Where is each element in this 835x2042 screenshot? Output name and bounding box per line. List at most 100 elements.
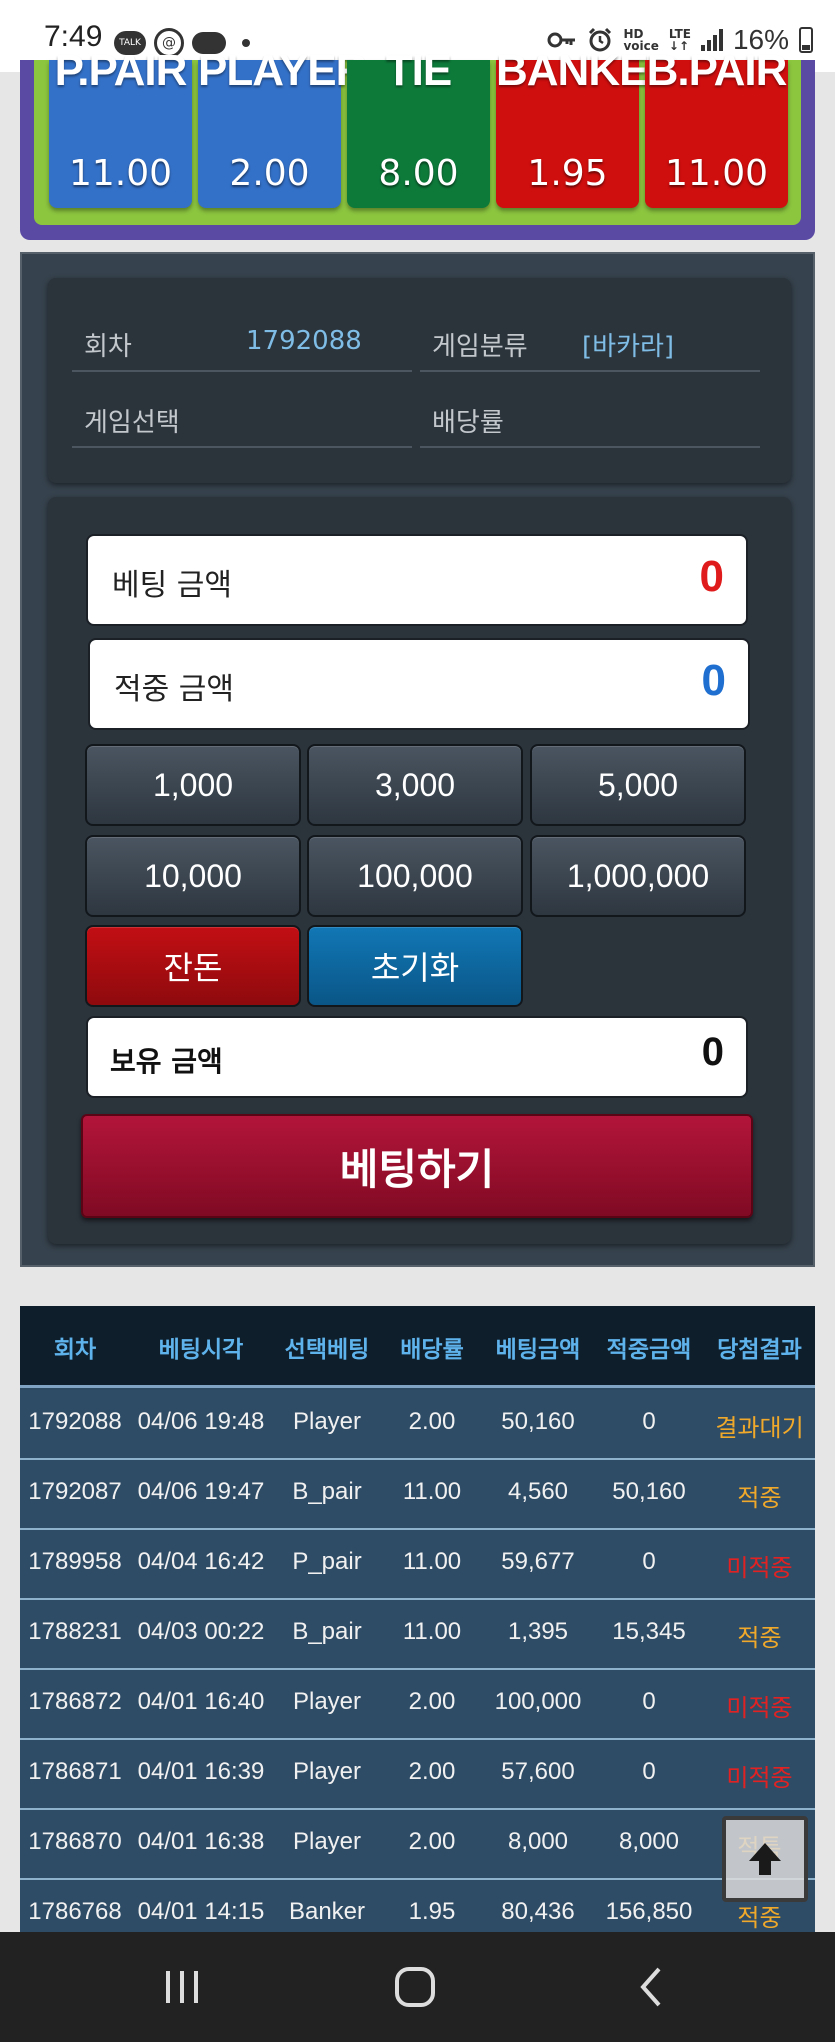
cell-win: 0 <box>642 1408 656 1435</box>
cell-odds: 1.95 <box>408 1898 456 1925</box>
win-amount-field: 적중 금액 0 <box>88 638 750 730</box>
table-row: 1792087 04/06 19:47 B_pair 11.00 4,560 50,160… <box>20 1460 815 1530</box>
tile-odds: 2.00 <box>229 153 310 194</box>
win-amount-label: 적중 금액 <box>114 672 234 707</box>
tile-odds: 1.95 <box>527 153 608 194</box>
chip-5000-button[interactable]: 5,000 <box>530 744 746 826</box>
cell-win: 156,850 <box>605 1898 693 1925</box>
chip-3000-button[interactable]: 3,000 <box>307 744 523 826</box>
tile-name: B.PAIR <box>646 46 788 95</box>
cell-bet: 1,395 <box>507 1618 569 1645</box>
bet-tile-player[interactable]: PLAYER 2.00 <box>198 46 367 208</box>
recents-button[interactable] <box>152 1962 212 2012</box>
cell-time: 04/01 16:39 <box>137 1758 265 1785</box>
cell-win: 0 <box>642 1758 656 1785</box>
cell-time: 04/01 16:38 <box>137 1828 265 1855</box>
bet-history-table: 회차 베팅시각 선택베팅 배당률 베팅금액 적중금액 당첨결과 1792088 0… <box>20 1306 815 1936</box>
cell-pick: P_pair <box>292 1548 362 1575</box>
category-value: [바카라] <box>582 332 675 362</box>
bet-amount-value: 0 <box>699 552 724 601</box>
round-value: 1792088 <box>246 326 362 356</box>
cell-result: 적중 <box>737 1484 782 1512</box>
back-icon <box>640 1967 661 2007</box>
game-info-box: 회차 1792088 게임분류 [바카라] 게임선택 배당률 <box>48 278 791 483</box>
back-button[interactable] <box>620 1962 680 2012</box>
bet-tile-tie[interactable]: TIE 8.00 <box>347 46 490 208</box>
table-header: 회차 베팅시각 선택베팅 배당률 베팅금액 적중금액 당첨결과 <box>20 1306 815 1388</box>
reset-button[interactable]: 초기화 <box>307 925 523 1007</box>
cell-bet: 59,677 <box>501 1548 575 1575</box>
cell-pick: Player <box>292 1758 362 1785</box>
tile-name: TIE <box>385 46 452 95</box>
cell-odds: 11.00 <box>402 1548 462 1575</box>
col-bet: 베팅금액 <box>495 1337 581 1363</box>
cell-pick: Player <box>292 1828 362 1855</box>
cell-result: 미적중 <box>726 1694 793 1722</box>
tile-odds: 11.00 <box>68 153 173 194</box>
cell-bet: 80,436 <box>501 1898 575 1925</box>
page: 7:49 TALK @ HD voice LTE ↓↑ 16% P.PAIR 11.… <box>0 0 835 2042</box>
cell-bet: 8,000 <box>507 1828 569 1855</box>
chip-1000000-button[interactable]: 1,000,000 <box>530 835 746 917</box>
cell-result: 미적중 <box>726 1764 793 1792</box>
cell-result: 적중 <box>737 1904 782 1932</box>
cell-round: 1792088 <box>28 1408 122 1435</box>
chip-100000-button[interactable]: 100,000 <box>307 835 523 917</box>
bet-amount-label: 베팅 금액 <box>112 568 232 603</box>
chip-10000-button[interactable]: 10,000 <box>85 835 301 917</box>
cell-time: 04/01 14:15 <box>137 1898 265 1925</box>
owned-amount-label: 보유 금액 <box>110 1045 223 1078</box>
cell-round: 1786872 <box>28 1688 122 1715</box>
tile-odds: 11.00 <box>664 153 769 194</box>
tile-name: BANKER <box>496 46 679 95</box>
battery-icon <box>799 27 813 53</box>
bet-tile-p-pair[interactable]: P.PAIR 11.00 <box>49 46 192 208</box>
table-row: 1789958 04/04 16:42 P_pair 11.00 59,677 0 미적중 <box>20 1530 815 1600</box>
table-row: 178687004/01 16:38Player2.008,0008,000적특 <box>20 1810 815 1880</box>
tile-name: P.PAIR <box>54 46 188 95</box>
scroll-top-button[interactable] <box>722 1816 808 1902</box>
cell-pick: Banker <box>288 1898 366 1925</box>
cell-round: 1788231 <box>28 1618 122 1645</box>
table-row: 1792088 04/06 19:48 Player 2.00 50,160 0 결과대기 <box>20 1390 815 1460</box>
chip-1000-button[interactable]: 1,000 <box>85 744 301 826</box>
home-button[interactable] <box>385 1962 445 2012</box>
home-icon <box>395 1967 435 2007</box>
cell-odds: 11.00 <box>402 1618 462 1645</box>
table-row: 1786872 04/01 16:40 Player 2.00 100,000 0 미적중 <box>20 1670 815 1740</box>
cell-odds: 2.00 <box>408 1408 456 1435</box>
cell-win: 50,160 <box>612 1478 686 1505</box>
place-bet-button[interactable]: 베팅하기 <box>81 1114 753 1218</box>
cell-round: 1786768 <box>28 1898 122 1925</box>
cell-pick: B_pair <box>292 1478 362 1505</box>
selection-label: 게임선택 <box>84 408 180 438</box>
cell-result: 적중 <box>737 1624 782 1652</box>
cell-win: 15,345 <box>612 1618 686 1645</box>
cell-bet: 57,600 <box>501 1758 575 1785</box>
bet-tile-b-pair[interactable]: B.PAIR 11.00 <box>645 46 788 208</box>
cell-result: 미적중 <box>726 1554 793 1582</box>
col-win: 적중금액 <box>606 1337 692 1363</box>
cell-round: 1789958 <box>28 1548 122 1575</box>
col-result: 당첨결과 <box>717 1337 802 1363</box>
navigation-bar <box>0 1932 835 2042</box>
cell-win: 0 <box>642 1688 656 1715</box>
cell-win: 8,000 <box>618 1828 680 1855</box>
bet-form: 베팅 금액 0 적중 금액 0 1,000 3,000 5,000 10,000… <box>48 497 791 1244</box>
cell-odds: 2.00 <box>408 1688 456 1715</box>
cell-result: 결과대기 <box>715 1414 804 1442</box>
cell-time: 04/06 19:47 <box>137 1478 265 1505</box>
bet-tile-banker[interactable]: BANKER 1.95 <box>496 46 679 208</box>
col-time: 베팅시각 <box>158 1337 244 1363</box>
cell-odds: 2.00 <box>408 1828 456 1855</box>
cell-time: 04/04 16:42 <box>137 1548 265 1575</box>
odds-label: 배당률 <box>432 408 504 438</box>
bet-amount-field[interactable]: 베팅 금액 0 <box>86 534 748 626</box>
col-pick: 선택베팅 <box>284 1337 370 1363</box>
owned-amount-value: 0 <box>701 1030 724 1074</box>
category-label: 게임분류 <box>432 332 528 362</box>
cell-bet: 100,000 <box>494 1688 582 1715</box>
info-selection-row: 게임선택 <box>72 392 412 448</box>
bet-board-inner: P.PAIR 11.00 PLAYER 2.00 TIE 8.00 BANKER… <box>34 46 801 225</box>
remainder-button[interactable]: 잔돈 <box>85 925 301 1007</box>
